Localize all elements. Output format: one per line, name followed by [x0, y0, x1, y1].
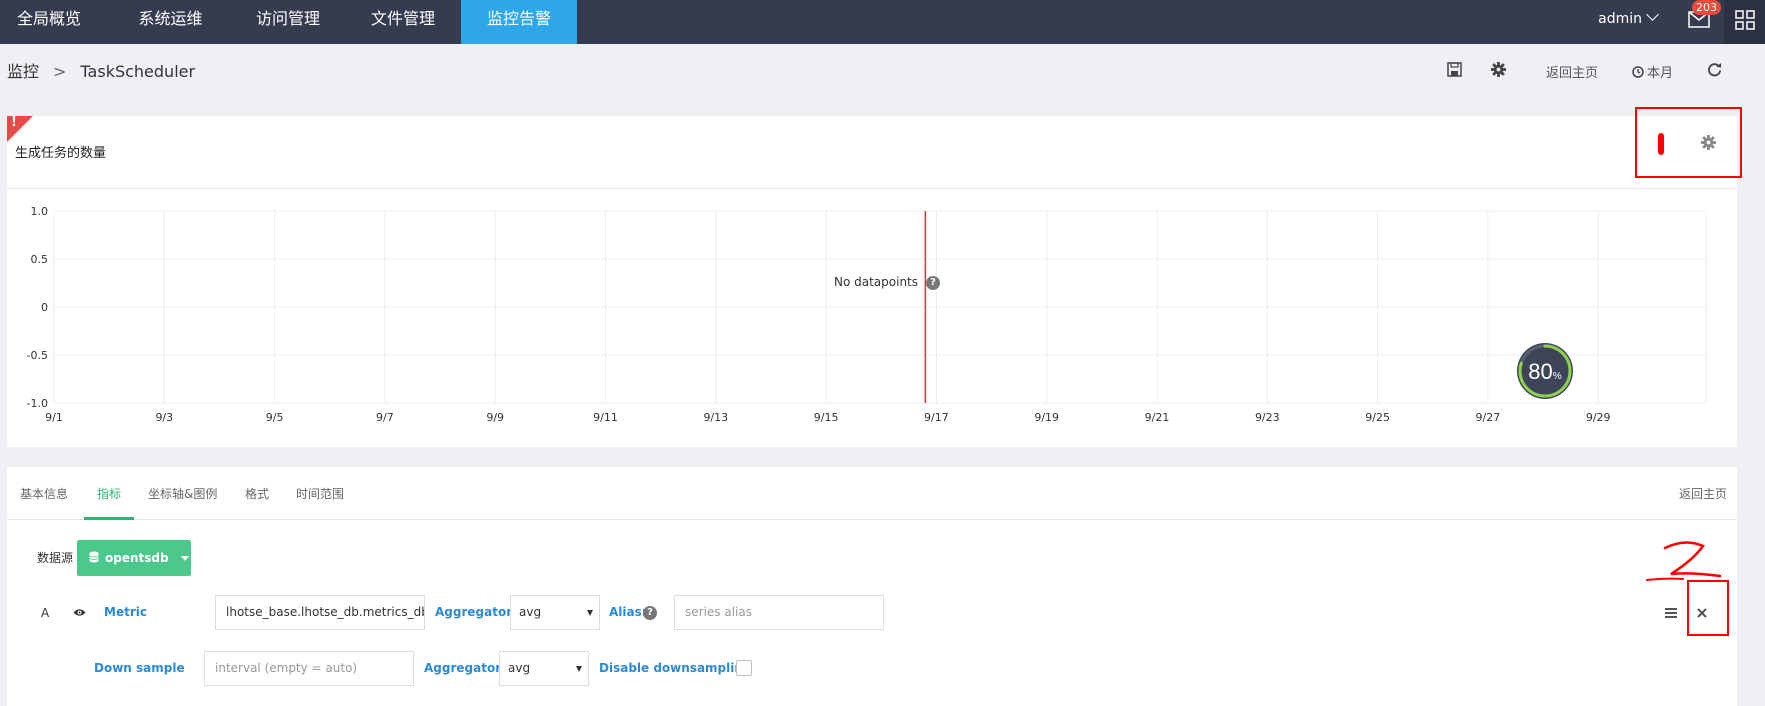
help-icon[interactable]: ? [926, 275, 941, 290]
datasource-label: 数据源 [37, 551, 74, 565]
tab-time-range[interactable]: 时间范围 [296, 485, 344, 502]
progress-gauge: 80% [1513, 339, 1577, 403]
disable-downsampling-checkbox[interactable] [736, 660, 752, 676]
metric-input[interactable]: lhotse_base.lhotse_db.metrics_db.i [215, 595, 425, 630]
downsample-aggregator-label: Aggregator [424, 661, 502, 675]
downsample-label: Down sample [94, 661, 185, 675]
active-tab-indicator [84, 517, 134, 520]
select-arrow-icon [576, 666, 582, 672]
annotation-box-remove-query [1687, 580, 1729, 636]
database-icon [89, 551, 99, 563]
metric-label: Metric [104, 605, 147, 619]
annotation-box-panel-tools [1635, 107, 1742, 178]
back-home-link[interactable]: 返回主页 [1546, 62, 1598, 81]
datasource-dropdown[interactable]: opentsdb [77, 540, 191, 576]
clock-icon [1632, 66, 1644, 78]
chevron-down-icon [1646, 8, 1659, 21]
annotation-mark [1658, 133, 1664, 155]
tabs-divider [7, 519, 1737, 520]
nav-item-overview[interactable]: 全局概览 [0, 0, 98, 44]
annotation-number-2 [1646, 541, 1722, 581]
tab-basic-info[interactable]: 基本信息 [20, 485, 68, 502]
query-ref-id: A [41, 606, 50, 620]
no-datapoints-text: No datapoints [834, 275, 919, 289]
aggregator-select[interactable]: avg [510, 595, 600, 630]
datasource-value: opentsdb [105, 551, 169, 565]
disable-downsampling-label: Disable downsampling [599, 661, 752, 675]
alert-flag: ! [7, 115, 33, 142]
hamburger-menu-icon[interactable] [1665, 608, 1677, 618]
top-nav: 全局概览 系统运维 访问管理 文件管理 监控告警 admin 203 [0, 0, 1765, 44]
nav-item-monitoring[interactable]: 监控告警 [461, 0, 577, 44]
alias-input[interactable]: series alias [674, 595, 884, 630]
editor-back-home-link[interactable]: 返回主页 [1679, 485, 1727, 502]
caret-down-icon [180, 556, 189, 561]
mail-count-badge: 203 [1692, 0, 1721, 15]
panel-title: 生成任务的数量 [15, 146, 107, 161]
eye-icon[interactable] [73, 608, 86, 617]
downsample-aggregator-value: avg [508, 661, 531, 675]
save-icon[interactable] [1447, 62, 1462, 77]
grid-icon [1735, 10, 1755, 30]
aggregator-value: avg [519, 605, 542, 619]
panel-divider [7, 188, 1737, 189]
no-datapoints-message: No datapoints? [834, 275, 941, 290]
tab-format[interactable]: 格式 [245, 485, 269, 502]
user-menu[interactable]: admin [1598, 0, 1659, 44]
tab-metrics[interactable]: 指标 [97, 485, 121, 502]
alias-label: Alias: [609, 605, 647, 619]
user-name: admin [1598, 11, 1642, 27]
time-range-picker[interactable]: 本月 [1632, 62, 1673, 81]
alias-help-icon[interactable]: ? [643, 606, 657, 620]
nav-item-access[interactable]: 访问管理 [237, 0, 339, 44]
apps-grid-button[interactable] [1724, 0, 1765, 44]
breadcrumb-current: TaskScheduler [80, 62, 196, 81]
time-range-label: 本月 [1647, 66, 1674, 81]
downsample-aggregator-select[interactable]: avg [499, 651, 589, 686]
select-arrow-icon [587, 610, 593, 616]
nav-item-files[interactable]: 文件管理 [353, 0, 453, 44]
breadcrumb: 监控 > TaskScheduler [7, 58, 195, 82]
breadcrumb-root[interactable]: 监控 [7, 62, 39, 81]
gauge-unit: % [1552, 371, 1562, 382]
alert-mark: ! [11, 115, 17, 130]
refresh-icon[interactable] [1707, 62, 1722, 77]
gauge-value: 80% [1513, 359, 1577, 385]
nav-item-ops[interactable]: 系统运维 [118, 0, 223, 44]
tab-axes-legend[interactable]: 坐标轴&图例 [148, 485, 217, 502]
downsample-input[interactable]: interval (empty = auto) [204, 651, 414, 686]
gauge-number: 80 [1528, 359, 1553, 384]
breadcrumb-separator: > [53, 62, 67, 81]
aggregator-label: Aggregator [435, 605, 513, 619]
panel-settings-gear-icon[interactable] [1701, 135, 1716, 150]
settings-gear-icon[interactable] [1491, 62, 1506, 77]
